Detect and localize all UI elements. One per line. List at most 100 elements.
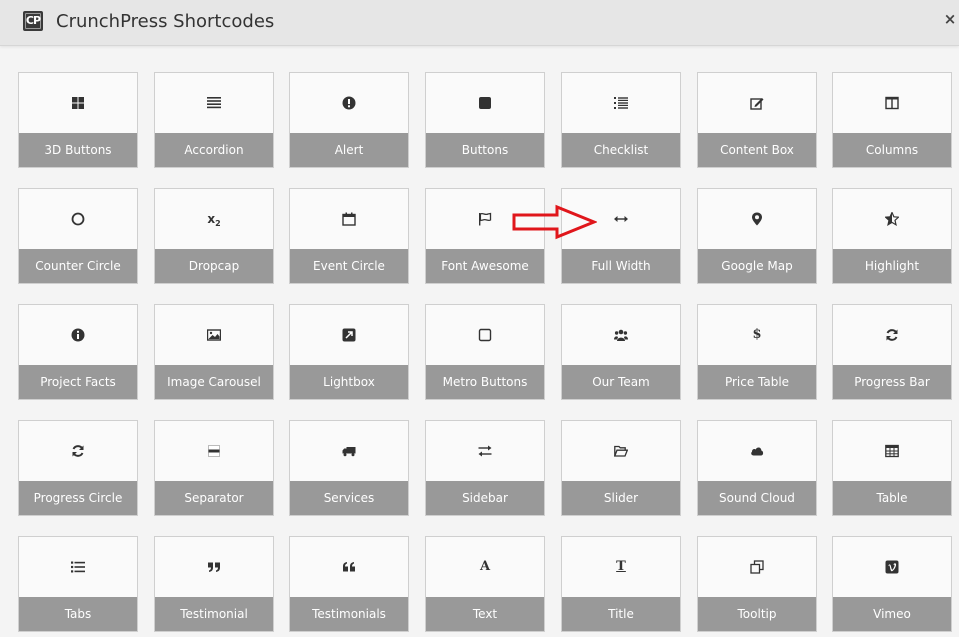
shortcode-tile[interactable]: Tooltip <box>697 536 817 632</box>
shortcode-label: Testimonials <box>290 597 408 631</box>
shortcode-tile[interactable]: A Text <box>425 536 545 632</box>
stop-icon <box>426 93 544 113</box>
shortcode-tile[interactable]: Metro Buttons <box>425 304 545 400</box>
shortcode-tile[interactable]: $ Price Table <box>697 304 817 400</box>
shortcode-label: Metro Buttons <box>426 365 544 399</box>
quote-left-icon <box>290 557 408 577</box>
shortcode-label: Progress Circle <box>19 481 137 515</box>
shortcode-label: Checklist <box>562 133 680 167</box>
shortcode-label: Alert <box>290 133 408 167</box>
folder-open-icon <box>562 441 680 461</box>
text-height-icon: T <box>562 557 680 577</box>
calendar-icon <box>290 209 408 229</box>
shortcode-tile[interactable]: Lightbox <box>289 304 409 400</box>
shortcode-tile[interactable]: Services <box>289 420 409 516</box>
shortcode-label: Slider <box>562 481 680 515</box>
shortcode-tile[interactable]: Testimonials <box>289 536 409 632</box>
red-arrow-annotation <box>512 204 597 240</box>
shortcode-label: Vimeo <box>833 597 951 631</box>
shortcode-label: Dropcap <box>155 249 273 283</box>
circle-icon <box>19 209 137 229</box>
shortcode-tile[interactable]: Accordion <box>154 72 274 168</box>
shortcode-tile[interactable]: Table <box>832 420 952 516</box>
shortcode-label: Testimonial <box>155 597 273 631</box>
shortcode-label: Sidebar <box>426 481 544 515</box>
map-marker-icon <box>698 209 816 229</box>
external-link-icon <box>290 325 408 345</box>
shortcode-tile[interactable]: Event Circle <box>289 188 409 284</box>
shortcode-tile[interactable]: Tabs <box>18 536 138 632</box>
shortcode-tile[interactable]: Counter Circle <box>18 188 138 284</box>
shortcode-tile[interactable]: Sound Cloud <box>697 420 817 516</box>
exclamation-circle-icon <box>290 93 408 113</box>
shortcode-label: Tooltip <box>698 597 816 631</box>
shortcode-label: Lightbox <box>290 365 408 399</box>
dollar-icon-glyph: $ <box>752 327 762 342</box>
shortcode-tile[interactable]: Progress Bar <box>832 304 952 400</box>
shortcode-tile[interactable]: Vimeo <box>832 536 952 632</box>
shortcode-tile[interactable]: Slider <box>561 420 681 516</box>
quote-right-icon <box>155 557 273 577</box>
shortcode-label: Title <box>562 597 680 631</box>
shortcode-tile[interactable]: Highlight <box>832 188 952 284</box>
shortcode-tile[interactable]: Separator <box>154 420 274 516</box>
shortcode-label: Text <box>426 597 544 631</box>
shortcode-tile[interactable]: Testimonial <box>154 536 274 632</box>
shortcode-tile[interactable]: Progress Circle <box>18 420 138 516</box>
vimeo-icon <box>833 557 951 577</box>
shortcode-tile[interactable]: x2 Dropcap <box>154 188 274 284</box>
arrow-shape <box>512 204 597 240</box>
shortcode-tile[interactable]: Google Map <box>697 188 817 284</box>
text-height-icon-glyph: T <box>616 559 626 574</box>
square-icon <box>426 325 544 345</box>
shortcode-tile[interactable]: Buttons <box>425 72 545 168</box>
dollar-icon: $ <box>698 325 816 345</box>
shortcode-label: Font Awesome <box>426 249 544 283</box>
shortcode-label: Sound Cloud <box>698 481 816 515</box>
shortcode-tile[interactable]: Content Box <box>697 72 817 168</box>
shortcode-grid: 3D Buttons Accordion Alert Buttons Checklist… <box>0 0 959 637</box>
shortcode-label: Table <box>833 481 951 515</box>
shortcode-tile[interactable]: Image Carousel <box>154 304 274 400</box>
shortcode-tile[interactable]: Alert <box>289 72 409 168</box>
cloud-icon <box>698 441 816 461</box>
shortcode-label: Highlight <box>833 249 951 283</box>
minus-square-icon <box>155 441 273 461</box>
shortcode-tile[interactable]: Sidebar <box>425 420 545 516</box>
table-icon <box>833 441 951 461</box>
th-large-icon <box>19 93 137 113</box>
shortcode-label: Columns <box>833 133 951 167</box>
picture-icon <box>155 325 273 345</box>
shortcode-label: Tabs <box>19 597 137 631</box>
shortcode-label: Progress Bar <box>833 365 951 399</box>
shortcode-label: Google Map <box>698 249 816 283</box>
shortcode-tile[interactable]: Project Facts <box>18 304 138 400</box>
shortcode-tile[interactable]: Columns <box>832 72 952 168</box>
shortcode-tile[interactable]: T Title <box>561 536 681 632</box>
star-half-icon <box>833 209 951 229</box>
shortcode-label: Separator <box>155 481 273 515</box>
shortcode-label: Our Team <box>562 365 680 399</box>
shortcode-label: Buttons <box>426 133 544 167</box>
shortcode-label: Accordion <box>155 133 273 167</box>
users-icon <box>562 325 680 345</box>
shortcode-label: Project Facts <box>19 365 137 399</box>
align-justify-icon <box>155 93 273 113</box>
copy-icon <box>698 557 816 577</box>
exchange-icon <box>426 441 544 461</box>
shortcode-tile[interactable]: Our Team <box>561 304 681 400</box>
shortcode-label: 3D Buttons <box>19 133 137 167</box>
list-ol-icon <box>562 93 680 113</box>
edit-icon <box>698 93 816 113</box>
shortcode-tile[interactable]: 3D Buttons <box>18 72 138 168</box>
refresh-icon <box>19 441 137 461</box>
columns-icon <box>833 93 951 113</box>
shortcode-label: Services <box>290 481 408 515</box>
subscript-icon: x2 <box>207 212 221 228</box>
font-icon: A <box>426 557 544 577</box>
refresh-icon <box>833 325 951 345</box>
shortcode-tile[interactable]: Checklist <box>561 72 681 168</box>
truck-icon <box>290 441 408 461</box>
shortcode-label: Counter Circle <box>19 249 137 283</box>
list-icon <box>19 557 137 577</box>
